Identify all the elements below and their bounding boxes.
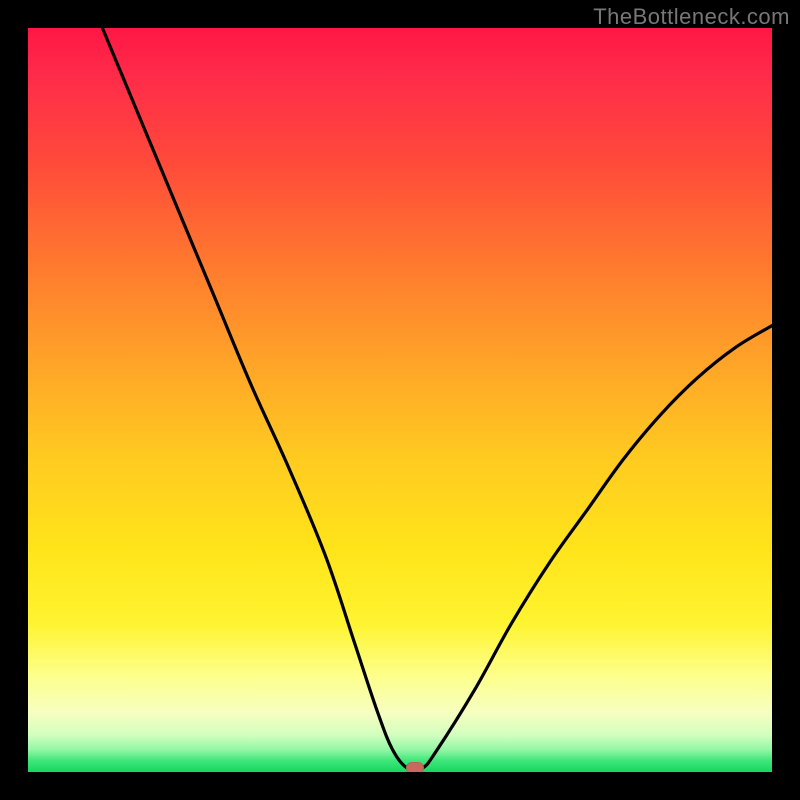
bottleneck-curve xyxy=(28,28,772,772)
chart-frame: TheBottleneck.com xyxy=(0,0,800,800)
watermark-text: TheBottleneck.com xyxy=(593,4,790,30)
optimal-point-marker xyxy=(406,762,424,772)
plot-area xyxy=(28,28,772,772)
